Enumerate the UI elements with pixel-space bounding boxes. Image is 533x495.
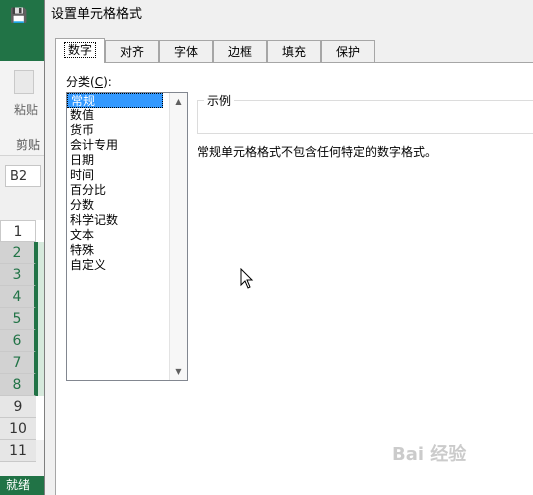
row-header[interactable]: 7 — [0, 352, 36, 374]
row-header[interactable]: 9 — [0, 396, 36, 418]
number-tab-panel: 分类(C): 常规 数值 货币 会计专用 日期 时间 百分比 分数 科学记数 文… — [55, 62, 533, 495]
excel-tab-strip: 文件 — [0, 33, 48, 89]
row-header[interactable]: 1 — [0, 220, 36, 242]
row-header[interactable]: 2 — [0, 242, 36, 264]
status-bar: 就绪 — [0, 476, 48, 495]
row-header[interactable]: 3 — [0, 264, 36, 286]
row-header[interactable]: 11 — [0, 440, 36, 462]
category-label: 分类(C): — [66, 75, 112, 89]
scroll-up-icon[interactable]: ▲ — [170, 93, 187, 110]
save-icon[interactable]: 💾 — [10, 8, 27, 24]
scroll-down-icon[interactable]: ▼ — [170, 363, 187, 380]
format-cells-dialog: 设置单元格格式 数字 对齐 字体 边框 填充 保护 分类(C): 常规 数值 货… — [44, 0, 533, 495]
dialog-title: 设置单元格格式 — [45, 0, 533, 33]
tab-label: 数字 — [63, 42, 96, 58]
row-header[interactable]: 6 — [0, 330, 36, 352]
row-header[interactable]: 8 — [0, 374, 36, 396]
clipboard-group-label: 剪贴 — [16, 138, 41, 152]
category-listbox[interactable]: 常规 数值 货币 会计专用 日期 时间 百分比 分数 科学记数 文本 特殊 自定… — [66, 92, 188, 381]
listbox-scrollbar[interactable]: ▲ ▼ — [169, 93, 187, 380]
tab-font[interactable]: 字体 — [159, 40, 213, 62]
row-header[interactable]: 4 — [0, 286, 36, 308]
tab-number[interactable]: 数字 — [55, 38, 105, 63]
watermark: Bai 经验 — [392, 444, 467, 465]
sample-label: 示例 — [204, 92, 235, 109]
mouse-pointer-icon — [240, 268, 254, 289]
tab-alignment[interactable]: 对齐 — [105, 40, 159, 62]
paste-label: 粘贴 — [14, 103, 39, 117]
row-headers: 1 2 3 4 5 6 7 8 9 10 11 — [0, 220, 36, 462]
list-item[interactable]: 常规 — [67, 93, 163, 108]
row-header[interactable]: 10 — [0, 418, 36, 440]
format-description: 常规单元格格式不包含任何特定的数字格式。 — [197, 145, 438, 159]
name-box[interactable]: B2 — [5, 165, 41, 187]
row-header[interactable]: 5 — [0, 308, 36, 330]
tab-protection[interactable]: 保护 — [321, 40, 375, 62]
sample-box — [197, 100, 533, 134]
paste-icon[interactable] — [14, 70, 34, 94]
tab-border[interactable]: 边框 — [213, 40, 267, 62]
tab-fill[interactable]: 填充 — [267, 40, 321, 62]
